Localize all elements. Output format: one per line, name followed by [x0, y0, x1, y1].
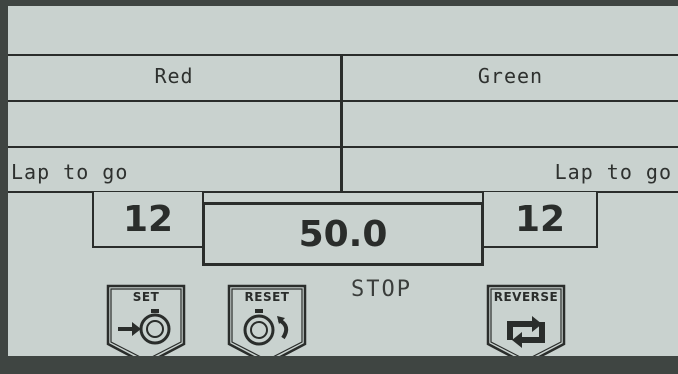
right-laps-counter: 12 — [482, 192, 598, 248]
left-laps-label: Lap to go — [11, 160, 129, 184]
right-lane-name: Green — [477, 64, 544, 88]
reverse-button-label: REVERSE — [493, 290, 559, 304]
left-laps-counter: 12 — [92, 192, 204, 248]
right-laps-label: Lap to go — [554, 160, 672, 184]
reverse-button[interactable]: REVERSE — [484, 282, 568, 366]
reset-button[interactable]: RESET — [225, 282, 309, 366]
divider — [8, 146, 678, 148]
bezel-edge — [0, 356, 678, 374]
set-button-label: SET — [132, 290, 160, 304]
lcd-screen: Red Green Lap to go Lap to go 12 12 50.0… — [8, 6, 678, 370]
left-lane-name: Red — [154, 64, 194, 88]
race-timer-display: 50.0 — [202, 202, 484, 266]
divider — [8, 100, 678, 102]
divider — [8, 54, 678, 56]
timer-status: STOP — [351, 277, 412, 302]
reset-button-label: RESET — [244, 290, 290, 304]
set-button[interactable]: SET — [104, 282, 188, 366]
